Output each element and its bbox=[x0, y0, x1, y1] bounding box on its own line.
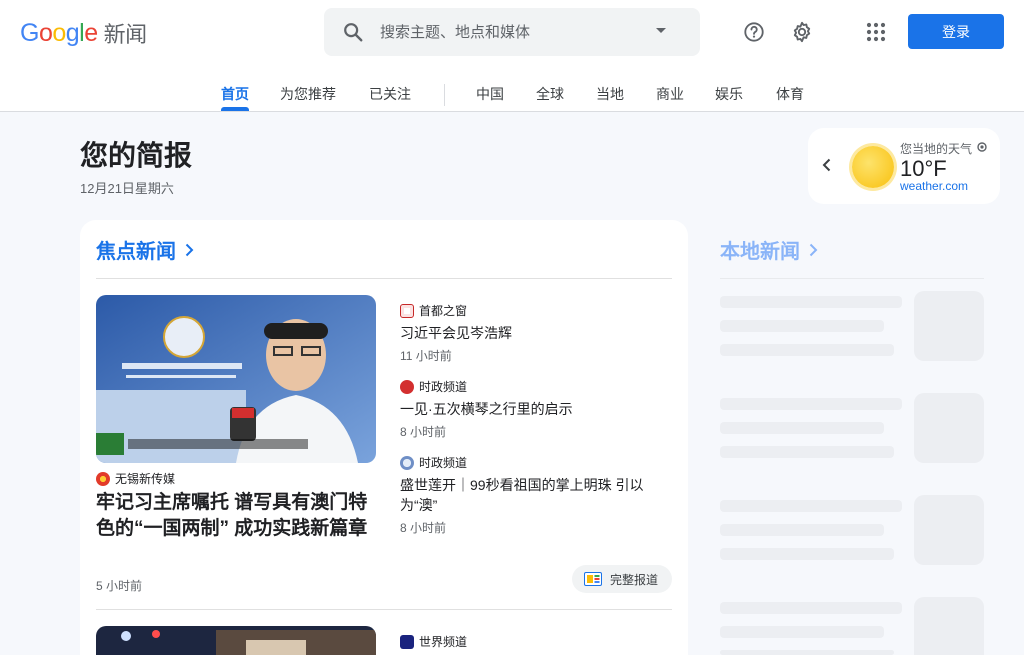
publisher-logo-icon bbox=[400, 303, 414, 318]
publisher-logo-icon bbox=[400, 455, 414, 470]
loading-placeholder bbox=[720, 296, 902, 308]
help-icon bbox=[744, 22, 764, 42]
weather-location-label: 您当地的天气 bbox=[900, 142, 973, 156]
story-2-source[interactable]: 时政频道 bbox=[400, 378, 467, 395]
help-button[interactable] bbox=[738, 16, 770, 48]
loading-placeholder bbox=[720, 524, 884, 536]
search-input[interactable] bbox=[380, 20, 640, 44]
google-news-logo[interactable]: Google 新闻 bbox=[20, 18, 147, 48]
nav-tabs: 首页 为您推荐 已关注 中国 全球 当地 商业 娱乐 体育 bbox=[0, 78, 1024, 112]
chevron-right-icon bbox=[185, 243, 194, 256]
local-news-heading[interactable]: 本地新闻 bbox=[720, 235, 818, 264]
story-1-source[interactable]: 首都之窗 bbox=[400, 302, 467, 319]
section-divider bbox=[96, 278, 672, 279]
tab-entertainment[interactable]: 娱乐 bbox=[715, 84, 743, 104]
main-story-image[interactable] bbox=[96, 295, 376, 463]
tab-world[interactable]: 全球 bbox=[536, 84, 564, 104]
chevron-left-icon[interactable] bbox=[822, 158, 832, 172]
tab-local[interactable]: 当地 bbox=[596, 84, 624, 104]
story-2-time: 8 小时前 bbox=[400, 425, 447, 439]
chevron-right-icon bbox=[809, 243, 818, 256]
loading-placeholder bbox=[720, 344, 894, 356]
top-bar: Google 新闻 登录 首页 为您推荐 已关注 中国 全球 当地 商业 娱乐 … bbox=[0, 0, 1024, 112]
tab-divider bbox=[444, 84, 445, 106]
page-title: 您的简报 bbox=[80, 140, 193, 171]
active-tab-indicator bbox=[221, 107, 249, 111]
main-story-source[interactable]: 无锡新传媒 bbox=[96, 470, 175, 487]
loading-placeholder bbox=[720, 422, 884, 434]
apps-grid-icon bbox=[866, 22, 886, 42]
full-coverage-icon bbox=[584, 572, 602, 586]
location-icon bbox=[977, 142, 987, 152]
weather-source-link[interactable]: weather.com bbox=[900, 179, 968, 193]
tab-china[interactable]: 中国 bbox=[476, 84, 504, 104]
section-divider bbox=[720, 278, 984, 279]
full-coverage-button[interactable]: 完整报道 bbox=[572, 565, 672, 593]
apps-button[interactable] bbox=[860, 16, 892, 48]
focus-news-heading[interactable]: 焦点新闻 bbox=[96, 235, 194, 264]
story-2-headline[interactable]: 一见·五次横琴之行里的启示 bbox=[400, 399, 670, 419]
section-divider bbox=[96, 609, 672, 610]
loading-placeholder bbox=[720, 602, 902, 614]
loading-placeholder bbox=[720, 626, 884, 638]
story-3-time: 8 小时前 bbox=[400, 521, 447, 535]
loading-placeholder bbox=[914, 291, 984, 361]
story-1-time: 11 小时前 bbox=[400, 349, 452, 363]
search-icon[interactable] bbox=[342, 21, 364, 43]
loading-placeholder bbox=[720, 320, 884, 332]
sunny-weather-icon bbox=[852, 146, 894, 188]
next-story-source[interactable]: 世界频道 bbox=[400, 633, 467, 650]
logo-suffix: 新闻 bbox=[103, 22, 148, 47]
login-button[interactable]: 登录 bbox=[908, 14, 1004, 49]
story-3-source[interactable]: 时政频道 bbox=[400, 454, 467, 471]
publisher-logo-icon bbox=[400, 634, 414, 649]
weather-widget[interactable]: 您当地的天气 10°F weather.com bbox=[808, 128, 1000, 204]
settings-button[interactable] bbox=[786, 16, 818, 48]
publisher-logo-icon bbox=[400, 379, 414, 394]
main-story-time: 5 小时前 bbox=[96, 579, 143, 593]
loading-placeholder bbox=[720, 500, 902, 512]
tab-sports[interactable]: 体育 bbox=[776, 84, 804, 104]
loading-placeholder bbox=[720, 398, 902, 410]
gear-icon bbox=[793, 21, 811, 43]
loading-placeholder bbox=[914, 597, 984, 655]
next-story-image[interactable] bbox=[96, 626, 376, 655]
story-3-headline[interactable]: 盛世莲开｜99秒看祖国的掌上明珠 引以为“澳” bbox=[400, 475, 670, 515]
search-box[interactable] bbox=[324, 8, 700, 56]
loading-placeholder bbox=[914, 393, 984, 463]
tab-home[interactable]: 首页 bbox=[221, 84, 249, 104]
tab-business[interactable]: 商业 bbox=[656, 84, 684, 104]
tab-following[interactable]: 已关注 bbox=[369, 84, 411, 104]
briefing-date: 12月21日星期六 bbox=[80, 181, 174, 196]
story-1-headline[interactable]: 习近平会见岑浩辉 bbox=[400, 323, 670, 343]
chevron-down-icon[interactable] bbox=[656, 28, 666, 33]
publisher-logo-icon bbox=[96, 471, 110, 486]
loading-placeholder bbox=[720, 446, 894, 458]
loading-placeholder bbox=[720, 650, 894, 655]
loading-placeholder bbox=[720, 548, 894, 560]
main-story-headline[interactable]: 牢记习主席嘱托 谱写具有澳门特色的“一国两制” 成功实践新篇章 bbox=[96, 490, 376, 542]
tab-for-you[interactable]: 为您推荐 bbox=[280, 84, 336, 104]
loading-placeholder bbox=[914, 495, 984, 565]
